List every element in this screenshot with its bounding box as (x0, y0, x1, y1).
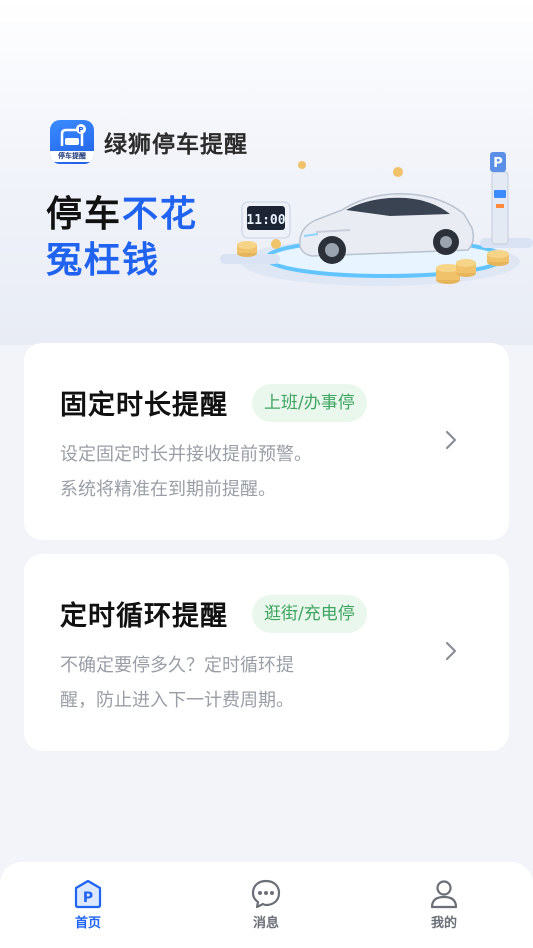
svg-text:P: P (83, 890, 93, 906)
clock-device-icon: 11:00 (241, 201, 291, 239)
card-title: 固定时长提醒 (60, 390, 228, 421)
timed-loop-reminder-card[interactable]: 定时循环提醒 逛街/充电停 不确定要停多久？定时循环提 醒，防止进入下一计费周期… (24, 554, 509, 751)
clock-display: 11:00 (246, 213, 285, 228)
tab-profile[interactable]: 我的 (404, 878, 484, 931)
tab-messages[interactable]: 消息 (226, 878, 306, 931)
hero-banner: P 停车提醒 绿狮停车提醒 停车不花 冤枉钱 11:00 P (0, 0, 533, 345)
charging-station-icon: P (490, 152, 509, 245)
user-icon (430, 880, 458, 909)
card-description: 不确定要停多久？定时循环提 醒，防止进入下一计费周期。 (60, 648, 370, 718)
description-line: 不确定要停多久？定时循环提 (60, 655, 294, 676)
usage-tag: 逛街/充电停 (252, 595, 367, 633)
hero-slogan: 停车不花 冤枉钱 (46, 192, 198, 284)
tab-label: 消息 (252, 916, 279, 931)
card-description: 设定固定时长并接收提前预警。 系统将精准在到期前提醒。 (60, 437, 370, 507)
slogan-part-dark: 停车 (46, 194, 123, 235)
slogan-line2: 冤枉钱 (46, 240, 161, 281)
description-line: 系统将精准在到期前提醒。 (60, 479, 276, 500)
app-logo-label: 停车提醒 (50, 151, 94, 162)
svg-text:P: P (78, 126, 83, 134)
tab-home[interactable]: P 首页 (48, 878, 128, 931)
description-line: 醒，防止进入下一计费周期。 (60, 690, 294, 711)
usage-tag: 上班/办事停 (252, 384, 367, 422)
tab-label: 首页 (74, 916, 101, 931)
chat-bubble-icon (251, 879, 281, 909)
tab-label: 我的 (430, 916, 457, 931)
chevron-right-icon[interactable] (437, 637, 465, 665)
bottom-tab-bar: P 首页 消息 我的 (0, 862, 533, 948)
fixed-duration-reminder-card[interactable]: 固定时长提醒 上班/办事停 设定固定时长并接收提前预警。 系统将精准在到期前提醒… (24, 343, 509, 540)
parking-sign-label: P (493, 156, 503, 171)
slogan-part-blue: 不花 (122, 194, 199, 235)
car-parking-illustration: 11:00 P (220, 152, 533, 286)
parking-icon: P (74, 879, 102, 909)
car-icon (299, 193, 475, 264)
app-logo-icon: P 停车提醒 (50, 120, 94, 164)
chevron-right-icon[interactable] (437, 426, 465, 454)
description-line: 设定固定时长并接收提前预警。 (60, 444, 312, 465)
card-title: 定时循环提醒 (60, 601, 228, 632)
app-brand: P 停车提醒 绿狮停车提醒 (50, 120, 248, 164)
